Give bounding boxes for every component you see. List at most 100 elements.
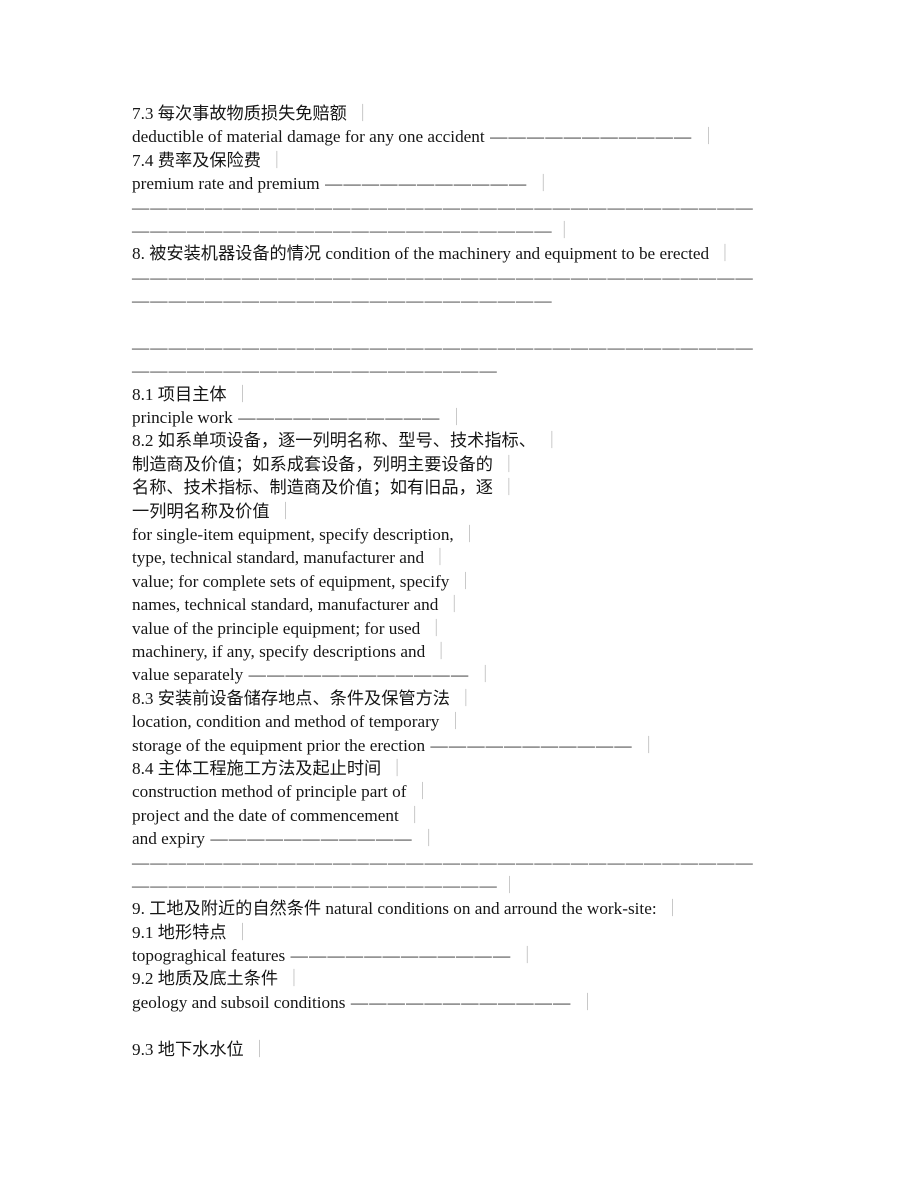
line-text: location, condition and method of tempor… xyxy=(132,712,440,732)
field-bar-marker: ｜ xyxy=(401,805,424,825)
field-bar-marker: ｜ xyxy=(538,431,561,451)
document-line: geology and subsoil conditions —————————… xyxy=(132,991,832,1014)
document-line: 9.3 地下水水位 ｜ xyxy=(132,1038,832,1061)
document-line: project and the date of commencement ｜ xyxy=(132,804,832,827)
line-text: 制造商及价值；如系成套设备，列明主要设备的 xyxy=(132,454,493,474)
document-line: 9.2 地质及底土条件 ｜ xyxy=(132,967,832,990)
dash-leader: ——————————— xyxy=(484,127,693,147)
document-line: 7.3 每次事故物质损失免赔额 ｜ xyxy=(132,102,832,125)
field-bar-marker: ｜ xyxy=(409,782,431,802)
field-bar-marker: ｜ xyxy=(442,712,464,732)
line-text: 7.4 费率及保险费 xyxy=(132,150,261,170)
dash-leader: ——————————— xyxy=(205,829,413,849)
field-bar-marker: ｜ xyxy=(500,875,520,895)
field-bar-marker: ｜ xyxy=(441,595,463,615)
document-line: 8.2 如系单项设备，逐一列明名称、型号、技术指标、 ｜ xyxy=(132,429,832,452)
field-bar-marker: ｜ xyxy=(281,969,303,989)
document-line: premium rate and premium ——————————— ｜ xyxy=(132,172,832,195)
field-bar-marker: ｜ xyxy=(495,454,518,474)
document-line: 8.1 项目主体 ｜ xyxy=(132,383,832,406)
line-text: 8.1 项目主体 xyxy=(132,384,227,404)
field-bar-marker: ｜ xyxy=(472,665,494,685)
line-text: premium rate and premium xyxy=(132,174,320,194)
line-text: deductible of material damage for any on… xyxy=(132,127,485,147)
document-line: 一列明名称及价值 ｜ xyxy=(132,500,832,523)
field-bar-marker: ｜ xyxy=(427,548,449,568)
document-line: value of the principle equipment; for us… xyxy=(132,617,832,640)
line-text: topograghical features xyxy=(132,946,286,966)
document-page: 7.3 每次事故物质损失免赔额 ｜ deductible of material … xyxy=(0,0,920,1191)
separator-dashes: —————————————————————————————————— xyxy=(132,197,754,217)
field-bar-marker: ｜ xyxy=(452,571,474,591)
document-line: 8.4 主体工程施工方法及起止时间 ｜ xyxy=(132,757,832,780)
line-text: 8. 被安装机器设备的情况 condition of the machinery… xyxy=(132,244,710,264)
dash-leader: ——————————— xyxy=(232,408,441,428)
dashed-separator-line: ——————————————————————— xyxy=(132,289,832,312)
document-text-body: 7.3 每次事故物质损失免赔额 ｜ deductible of material … xyxy=(132,102,832,1061)
dash-leader: ——————————— xyxy=(425,735,633,755)
field-bar-marker: ｜ xyxy=(443,408,465,428)
dashed-separator-line: —————————————————————————————————— xyxy=(132,336,832,359)
document-line: 9. 工地及附近的自然条件 natural conditions on and … xyxy=(132,897,832,920)
field-bar-marker: ｜ xyxy=(574,992,597,1012)
line-text: 7.3 每次事故物质损失免赔额 xyxy=(132,104,347,123)
line-text: 8.4 主体工程施工方法及起止时间 xyxy=(132,758,382,778)
dashed-separator-line: ——————————————————————— ｜ xyxy=(132,219,832,242)
document-line: storage of the equipment prior the erect… xyxy=(132,734,832,757)
document-line: type, technical standard, manufacturer a… xyxy=(132,546,832,569)
document-line: 9.1 地形特点 ｜ xyxy=(132,921,832,944)
dashed-separator-line: —————————————————————————————————— xyxy=(132,266,832,289)
document-line: construction method of principle part of… xyxy=(132,780,832,803)
field-bar-marker: ｜ xyxy=(695,127,717,147)
separator-dashes: ——————————————————————— xyxy=(132,291,553,311)
field-bar-marker: ｜ xyxy=(272,501,295,521)
document-line: 7.4 费率及保险费 ｜ xyxy=(132,149,832,172)
document-line: principle work ——————————— ｜ xyxy=(132,406,832,429)
document-line: 制造商及价值；如系成套设备，列明主要设备的 ｜ xyxy=(132,453,832,476)
separator-dashes: ———————————————————— xyxy=(132,875,498,895)
line-text: 8.3 安装前设备储存地点、条件及保管方法 xyxy=(132,688,450,708)
line-text: for single-item equipment, specify descr… xyxy=(132,525,454,545)
line-text: type, technical standard, manufacturer a… xyxy=(132,548,425,568)
document-line: value separately ———————————— ｜ xyxy=(132,663,832,686)
line-text: 9.1 地形特点 xyxy=(132,922,227,942)
line-text: value separately xyxy=(132,665,244,685)
field-bar-marker: ｜ xyxy=(415,829,438,849)
document-line: 8.3 安装前设备储存地点、条件及保管方法 ｜ xyxy=(132,687,832,710)
field-bar-marker: ｜ xyxy=(712,244,734,264)
field-bar-marker: ｜ xyxy=(263,150,286,170)
line-text: 名称、技术指标、制造商及价值；如有旧品，逐 xyxy=(132,478,493,498)
line-text: construction method of principle part of xyxy=(132,782,407,802)
separator-dashes: ———————————————————— xyxy=(132,361,498,381)
field-bar-marker: ｜ xyxy=(659,899,682,919)
line-text: geology and subsoil conditions xyxy=(132,992,346,1012)
dashed-separator-line: —————————————————————————————————— xyxy=(132,851,832,874)
field-bar-marker: ｜ xyxy=(452,688,475,708)
field-bar-marker: ｜ xyxy=(555,220,574,240)
separator-dashes: —————————————————————————————————— xyxy=(132,852,754,872)
document-line: names, technical standard, manufacturer … xyxy=(132,593,832,616)
line-text: principle work xyxy=(132,408,233,428)
dashed-separator-line: —————————————————————————————————— xyxy=(132,196,832,219)
document-line: value; for complete sets of equipment, s… xyxy=(132,570,832,593)
separator-dashes: ——————————————————————— xyxy=(132,220,553,240)
field-bar-marker: ｜ xyxy=(229,922,252,942)
line-text: value; for complete sets of equipment, s… xyxy=(132,571,450,591)
field-bar-marker: ｜ xyxy=(635,735,658,755)
dashed-separator-line: ———————————————————— ｜ xyxy=(132,874,832,897)
line-text: 9. 工地及附近的自然条件 natural conditions on and … xyxy=(132,899,657,919)
document-line: and expiry ——————————— ｜ xyxy=(132,827,832,850)
field-bar-marker: ｜ xyxy=(384,758,406,778)
line-text: project and the date of commencement xyxy=(132,805,399,825)
field-bar-marker: ｜ xyxy=(530,174,552,194)
field-bar-marker: ｜ xyxy=(456,525,479,545)
dash-leader: ———————————— xyxy=(243,665,470,685)
line-text: 9.3 地下水水位 xyxy=(132,1039,244,1059)
document-line: 8. 被安装机器设备的情况 condition of the machinery… xyxy=(132,242,832,265)
line-text: value of the principle equipment; for us… xyxy=(132,618,421,638)
dash-leader: ———————————— xyxy=(345,992,572,1012)
line-text: storage of the equipment prior the erect… xyxy=(132,735,426,755)
field-bar-marker: ｜ xyxy=(423,618,445,638)
